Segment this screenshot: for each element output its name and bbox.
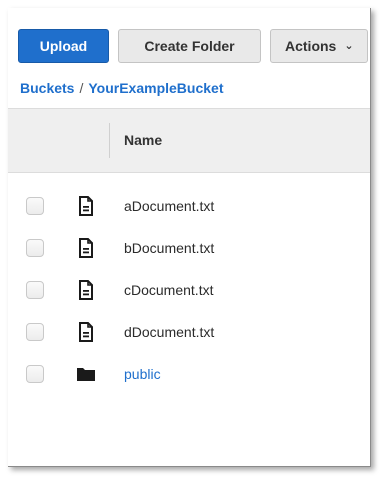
- file-name: dDocument.txt: [124, 324, 215, 340]
- document-icon: [79, 238, 93, 258]
- create-folder-button[interactable]: Create Folder: [118, 29, 261, 63]
- table-row[interactable]: dDocument.txt: [8, 314, 370, 356]
- row-checkbox[interactable]: [26, 323, 44, 341]
- upload-button[interactable]: Upload: [18, 29, 109, 63]
- column-divider: [109, 123, 110, 158]
- chevron-down-icon: ⌄: [344, 39, 354, 52]
- file-name: bDocument.txt: [124, 240, 215, 256]
- document-icon: [79, 196, 93, 216]
- actions-button-label: Actions: [285, 38, 337, 54]
- table-row[interactable]: bDocument.txt: [8, 230, 370, 272]
- breadcrumb-buckets-link[interactable]: Buckets: [20, 80, 74, 96]
- bucket-browser-panel: Upload Create Folder Actions ⌄ Buckets / Y…: [8, 8, 371, 467]
- table-row[interactable]: aDocument.txt: [8, 188, 370, 230]
- upload-button-label: Upload: [39, 38, 88, 54]
- row-checkbox[interactable]: [26, 365, 44, 383]
- toolbar: Upload Create Folder Actions ⌄: [18, 29, 368, 63]
- folder-icon: [77, 368, 95, 381]
- table-row[interactable]: cDocument.txt: [8, 272, 370, 314]
- table-row[interactable]: public: [8, 356, 370, 398]
- folder-name-link[interactable]: public: [124, 366, 161, 382]
- table-header: Name: [8, 108, 370, 173]
- row-checkbox[interactable]: [26, 197, 44, 215]
- create-folder-button-label: Create Folder: [144, 38, 235, 54]
- document-icon: [79, 280, 93, 300]
- row-checkbox[interactable]: [26, 239, 44, 257]
- name-column-header[interactable]: Name: [124, 132, 162, 148]
- screenshot-canvas: Upload Create Folder Actions ⌄ Buckets / Y…: [0, 0, 382, 481]
- breadcrumb-current-bucket[interactable]: YourExampleBucket: [88, 80, 223, 96]
- breadcrumb: Buckets / YourExampleBucket: [20, 80, 223, 96]
- file-name: cDocument.txt: [124, 282, 214, 298]
- object-table: Name aDocument.txt bDocument.txt cDocume…: [8, 108, 370, 398]
- document-icon: [79, 322, 93, 342]
- row-checkbox[interactable]: [26, 281, 44, 299]
- actions-dropdown-button[interactable]: Actions ⌄: [270, 29, 368, 63]
- file-name: aDocument.txt: [124, 198, 215, 214]
- breadcrumb-separator: /: [79, 80, 84, 96]
